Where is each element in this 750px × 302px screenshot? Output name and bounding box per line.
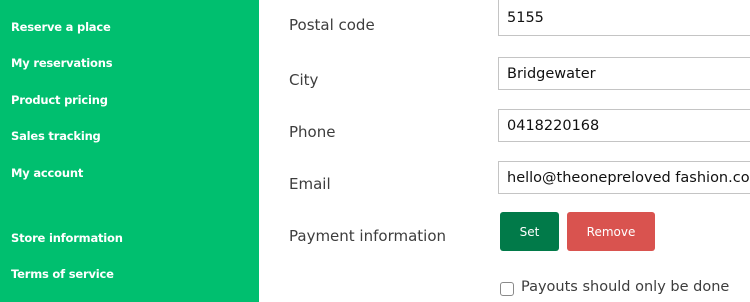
postal-code-label: Postal code (289, 16, 375, 34)
sidebar-item-my-account[interactable]: My account (11, 166, 83, 180)
payouts-checkbox[interactable] (500, 282, 514, 296)
payment-information-label: Payment information (289, 227, 447, 245)
sidebar-item-sales-tracking[interactable]: Sales tracking (11, 129, 101, 143)
city-input[interactable] (498, 57, 750, 90)
sidebar-item-reserve-a-place[interactable]: Reserve a place (11, 20, 111, 34)
sidebar-item-my-reservations[interactable]: My reservations (11, 56, 113, 70)
set-payment-button[interactable]: Set (500, 212, 559, 251)
phone-input[interactable] (498, 109, 750, 142)
remove-payment-button[interactable]: Remove (567, 212, 655, 251)
account-page: Reserve a place My reservations Product … (0, 0, 750, 302)
sidebar-item-product-pricing[interactable]: Product pricing (11, 93, 108, 107)
sidebar-item-terms-of-service[interactable]: Terms of service (11, 267, 114, 281)
postal-code-input[interactable] (498, 0, 750, 36)
payouts-checkbox-label[interactable]: Payouts should only be done (521, 278, 729, 296)
sidebar-nav: Reserve a place My reservations Product … (0, 0, 259, 302)
city-label: City (289, 71, 319, 89)
sidebar-item-store-information[interactable]: Store information (11, 231, 123, 245)
phone-label: Phone (289, 123, 336, 141)
email-label: Email (289, 175, 331, 193)
email-input[interactable] (498, 161, 750, 194)
